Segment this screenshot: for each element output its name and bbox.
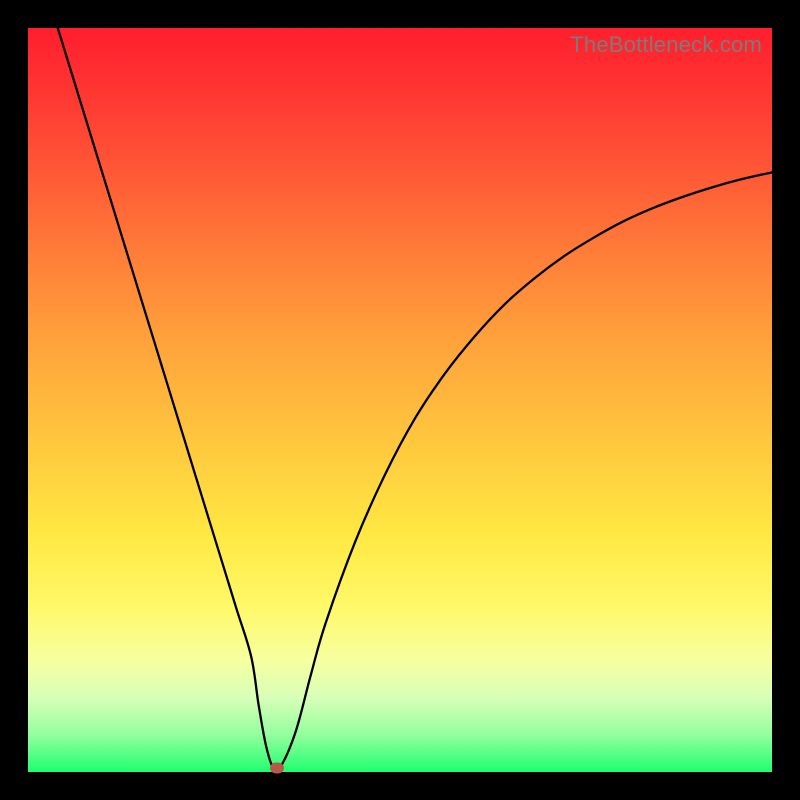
plot-area: TheBottleneck.com: [28, 28, 772, 772]
watermark-text: TheBottleneck.com: [570, 32, 762, 58]
chart-frame: TheBottleneck.com: [0, 0, 800, 800]
bottleneck-curve: [28, 28, 772, 772]
optimum-marker: [270, 762, 284, 773]
